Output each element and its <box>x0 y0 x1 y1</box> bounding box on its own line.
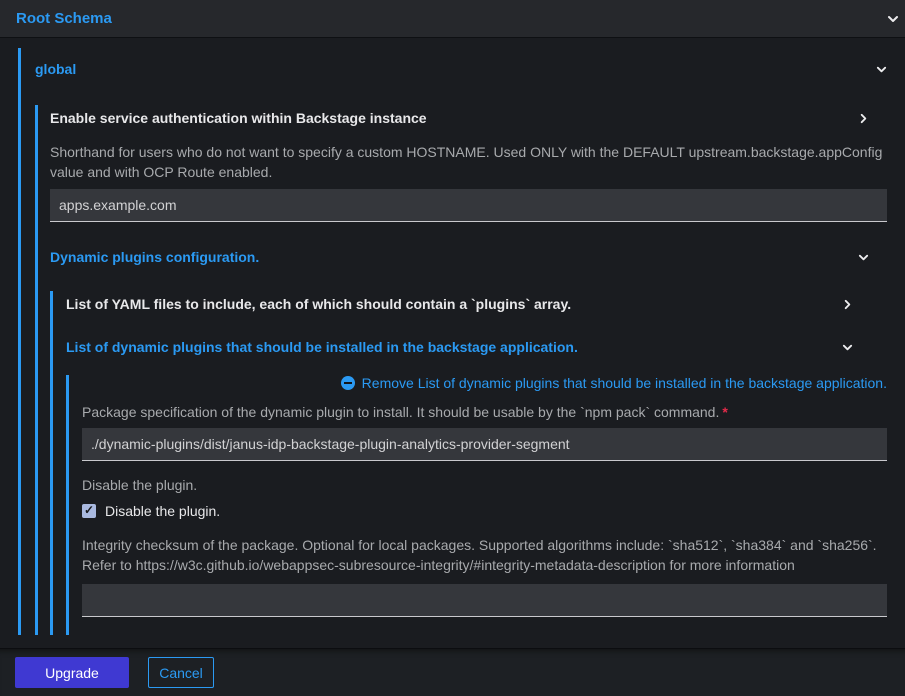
chevron-right-icon[interactable] <box>842 299 853 310</box>
disable-plugin-checkbox-label: Disable the plugin. <box>105 503 220 519</box>
disable-plugin-checkbox-row: Disable the plugin. <box>82 503 887 519</box>
required-asterisk: * <box>722 404 727 420</box>
root-schema-header[interactable]: Root Schema <box>0 0 905 38</box>
chevron-down-icon[interactable] <box>842 342 853 353</box>
row-enable-service-auth[interactable]: Enable service authentication within Bac… <box>50 105 887 131</box>
root-schema-section: global Enable service authentication wit… <box>18 48 887 635</box>
yaml-files-label: List of YAML files to include, each of w… <box>66 296 571 312</box>
package-spec-label: Package specification of the dynamic plu… <box>82 404 887 420</box>
chevron-down-icon[interactable] <box>858 252 869 263</box>
remove-plugin-link[interactable]: Remove List of dynamic plugins that shou… <box>362 375 887 391</box>
disable-plugin-checkbox[interactable] <box>82 504 96 518</box>
host-description: Shorthand for users who do not want to s… <box>50 143 887 182</box>
integrity-input[interactable] <box>82 584 887 617</box>
root-schema-title: Root Schema <box>16 10 112 27</box>
enable-service-auth-label: Enable service authentication within Bac… <box>50 110 427 126</box>
dynamic-plugins-title: Dynamic plugins configuration. <box>50 249 259 265</box>
section-title-global: global <box>35 61 76 77</box>
schema-form: Root Schema global Enable service authen… <box>0 0 905 696</box>
remove-plugin-row: Remove List of dynamic plugins that shou… <box>82 375 887 391</box>
plugin-list-title: List of dynamic plugins that should be i… <box>66 339 578 355</box>
form-content: global Enable service authentication wit… <box>0 38 905 648</box>
package-spec-input[interactable] <box>82 428 887 461</box>
host-input[interactable] <box>50 189 887 222</box>
chevron-down-icon[interactable] <box>876 64 887 75</box>
dynamic-plugins-body: List of YAML files to include, each of w… <box>50 291 887 635</box>
form-footer: Upgrade Cancel <box>0 648 905 696</box>
cancel-button[interactable]: Cancel <box>148 657 214 688</box>
row-yaml-files[interactable]: List of YAML files to include, each of w… <box>66 291 887 317</box>
row-plugin-list[interactable]: List of dynamic plugins that should be i… <box>66 334 887 360</box>
section-header-global[interactable]: global <box>35 48 887 92</box>
minus-circle-icon[interactable] <box>341 376 355 390</box>
integrity-description: Integrity checksum of the package. Optio… <box>82 536 887 575</box>
section-header-dynamic-plugins[interactable]: Dynamic plugins configuration. <box>50 244 887 270</box>
chevron-right-icon[interactable] <box>858 113 869 124</box>
disable-plugin-group-label: Disable the plugin. <box>82 477 887 493</box>
plugin-list-body: Remove List of dynamic plugins that shou… <box>66 375 887 635</box>
package-spec-label-text: Package specification of the dynamic plu… <box>82 404 719 420</box>
upgrade-button[interactable]: Upgrade <box>15 657 129 688</box>
chevron-down-icon[interactable] <box>887 13 899 25</box>
global-section-body: Enable service authentication within Bac… <box>35 105 887 635</box>
